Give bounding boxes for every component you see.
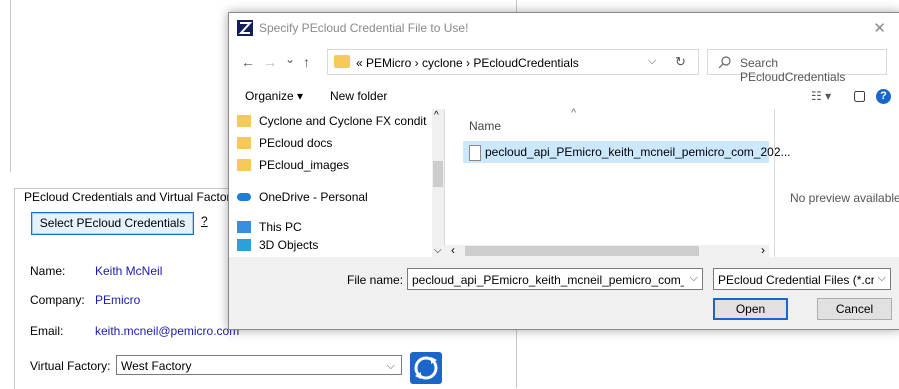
view-options-icon[interactable]: ☷ ▾	[811, 89, 831, 103]
scroll-right-icon[interactable]: ›	[761, 243, 765, 257]
forward-icon[interactable]: →	[263, 54, 277, 70]
folder-icon	[334, 55, 350, 68]
nav-item[interactable]: This PC	[237, 217, 302, 237]
organize-button[interactable]: Organize ▾	[245, 89, 303, 103]
name-value: Keith McNeil	[95, 264, 163, 278]
nav-item[interactable]: Cyclone and Cyclone FX condit	[237, 111, 426, 131]
help-link[interactable]: ?	[201, 214, 208, 228]
up-icon[interactable]: ↑	[303, 54, 310, 70]
dialog-titlebar: Specify PEcloud Credential File to Use! …	[229, 13, 899, 43]
chevron-down-icon: ⌵	[386, 360, 395, 372]
folder-icon	[237, 159, 251, 171]
cloud-icon	[237, 193, 251, 201]
new-folder-button[interactable]: New folder	[330, 89, 387, 103]
breadcrumb[interactable]: « PEMicro › cyclone › PEcloudCredentials	[356, 56, 579, 70]
virtual-factory-value: West Factory	[121, 359, 192, 373]
preview-message: No preview available.	[790, 191, 899, 205]
scrollbar-thumb[interactable]	[433, 161, 443, 187]
nav-item[interactable]: OneDrive - Personal	[237, 187, 368, 207]
email-label: Email:	[30, 324, 64, 338]
chevron-down-icon[interactable]: ⌵	[878, 272, 886, 285]
preview-pane-icon[interactable]: ▢	[853, 87, 866, 104]
address-bar[interactable]: « PEMicro › cyclone › PEcloudCredentials…	[327, 49, 699, 75]
navigation-pane: Cyclone and Cyclone FX condit PEcloud do…	[229, 109, 445, 257]
name-label: Name:	[30, 264, 66, 278]
chevron-down-icon[interactable]: ⌵	[648, 55, 656, 68]
dialog-footer: File name: pecloud_api_PEmicro_keith_mcn…	[229, 257, 899, 329]
open-button[interactable]: Open	[713, 298, 788, 320]
navigation-bar: ← → ⌄ ↑ « PEMicro › cyclone › PEcloudCre…	[229, 49, 899, 84]
dialog-title: Specify PEcloud Credential File to Use!	[259, 21, 469, 35]
sort-indicator-icon: ^	[571, 107, 577, 119]
column-header-name[interactable]: Name	[469, 119, 501, 133]
toolbar: Organize ▾ New folder ☷ ▾ ▢ ?	[229, 85, 899, 107]
refresh-icon[interactable]	[410, 352, 442, 384]
cancel-button[interactable]: Cancel	[817, 298, 892, 320]
company-label: Company:	[30, 293, 85, 307]
file-list: ^ Name pecloud_api_PEmicro_keith_mcneil_…	[463, 107, 791, 257]
file-dialog: Specify PEcloud Credential File to Use! …	[228, 12, 899, 330]
cube-icon	[237, 239, 251, 251]
preview-pane: No preview available.	[774, 109, 899, 257]
scroll-down-icon[interactable]: ⌵	[434, 245, 442, 256]
app-icon	[237, 20, 253, 36]
group-title: PEcloud Credentials and Virtual Factory …	[22, 190, 257, 204]
nav-item[interactable]: PEcloud docs	[237, 133, 332, 153]
email-value: keith.mcneil@pemicro.com	[95, 324, 240, 338]
search-placeholder: Search PEcloudCredentials	[740, 56, 846, 84]
search-icon	[718, 55, 732, 72]
nav-item[interactable]: 3D Objects	[237, 235, 318, 255]
file-type-select[interactable]: PEcloud Credential Files (*.cred ⌵	[713, 268, 891, 290]
file-type-value: PEcloud Credential Files (*.cred	[718, 273, 874, 287]
company-value: PEmicro	[95, 293, 141, 307]
file-name: pecloud_api_PEmicro_keith_mcneil_pemicro…	[485, 145, 791, 159]
file-name-value: pecloud_api_PEmicro_keith_mcneil_pemicro…	[412, 273, 684, 287]
nav-item[interactable]: PEcloud_images	[237, 155, 349, 175]
virtual-factory-label: Virtual Factory:	[30, 359, 111, 373]
divider	[10, 0, 11, 172]
file-name-label: File name:	[347, 273, 404, 287]
search-input[interactable]: Search PEcloudCredentials	[707, 49, 887, 84]
select-credentials-button[interactable]: Select PEcloud Credentials	[31, 212, 194, 235]
back-icon[interactable]: ←	[241, 54, 255, 70]
scroll-left-icon[interactable]: ‹	[451, 243, 455, 257]
document-icon	[469, 145, 481, 161]
folder-icon	[237, 115, 251, 127]
virtual-factory-select[interactable]: West Factory ⌵	[116, 355, 402, 375]
file-row[interactable]: pecloud_api_PEmicro_keith_mcneil_pemicro…	[463, 141, 791, 163]
close-icon[interactable]: ✕	[873, 19, 886, 37]
computer-icon	[237, 221, 251, 233]
refresh-icon[interactable]: ↻	[675, 54, 686, 70]
scrollbar-thumb[interactable]	[465, 246, 699, 256]
help-icon[interactable]: ?	[876, 89, 891, 104]
file-name-input[interactable]: pecloud_api_PEmicro_keith_mcneil_pemicro…	[407, 268, 703, 290]
chevron-down-icon[interactable]: ⌵	[690, 272, 698, 285]
scroll-up-icon[interactable]: ^	[434, 110, 439, 121]
folder-icon	[237, 137, 251, 149]
recent-locations-icon[interactable]: ⌄	[285, 52, 295, 66]
